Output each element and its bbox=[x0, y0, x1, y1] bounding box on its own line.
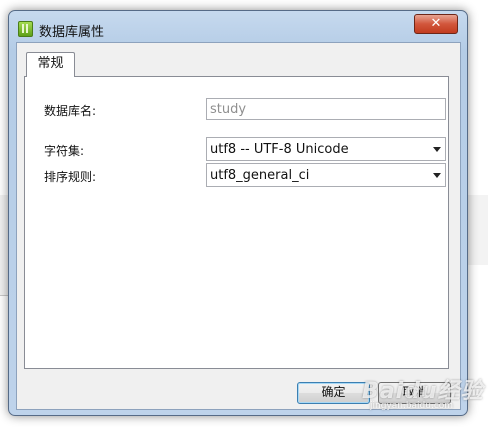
db-name-label: 数据库名: bbox=[44, 104, 97, 118]
charset-select[interactable]: utf8 -- UTF-8 Unicode bbox=[206, 137, 446, 161]
dialog-client-area: 常规 数据库名: study 字符集: utf8 -- UTF-8 Unicod… bbox=[16, 42, 461, 410]
collation-select[interactable]: utf8_general_ci bbox=[206, 163, 446, 187]
ok-button[interactable]: 确定 bbox=[297, 382, 370, 404]
tab-general[interactable]: 常规 bbox=[26, 52, 75, 77]
database-icon bbox=[18, 21, 33, 37]
watermark-url: jingyan.baidu.com bbox=[370, 401, 454, 411]
charset-label: 字符集: bbox=[44, 144, 85, 158]
window-title: 数据库属性 bbox=[39, 25, 105, 40]
db-name-input[interactable]: study bbox=[206, 98, 446, 120]
charset-value: utf8 -- UTF-8 Unicode bbox=[210, 142, 349, 157]
chevron-down-icon bbox=[433, 173, 441, 178]
collation-value: utf8_general_ci bbox=[210, 168, 310, 183]
database-properties-dialog: 数据库属性 ✕ 常规 数据库名: study 字符集: utf8 -- UTF-… bbox=[8, 10, 468, 416]
title-bar[interactable]: 数据库属性 ✕ bbox=[9, 11, 467, 41]
close-button[interactable]: ✕ bbox=[414, 14, 458, 34]
general-tab-panel: 数据库名: study 字符集: utf8 -- UTF-8 Unicode 排… bbox=[24, 76, 449, 369]
chevron-down-icon bbox=[433, 147, 441, 152]
collation-label: 排序规则: bbox=[44, 170, 97, 184]
